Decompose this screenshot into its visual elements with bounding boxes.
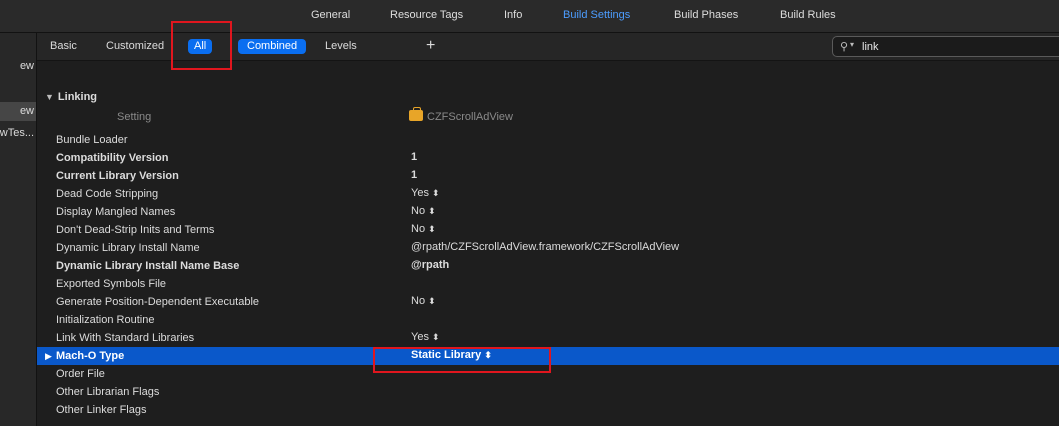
search-icon: ⚲ — [840, 41, 849, 53]
setting-value[interactable]: 1 — [411, 169, 417, 181]
popup-stepper-icon[interactable]: ⬍ — [428, 296, 436, 306]
setting-row[interactable]: Other Linker Flags — [37, 401, 1059, 419]
highlight-box — [171, 21, 232, 70]
setting-name: Order File — [56, 368, 105, 380]
tab-info[interactable]: Info — [504, 9, 522, 21]
setting-value-text: @rpath — [411, 259, 450, 271]
setting-row[interactable]: Display Mangled Names No ⬍ — [37, 203, 1059, 221]
column-header-setting: Setting — [117, 111, 152, 123]
setting-name: Dynamic Library Install Name Base — [56, 260, 240, 272]
setting-row[interactable]: Initialization Routine — [37, 311, 1059, 329]
setting-value[interactable]: 1 — [411, 151, 417, 163]
chevron-down-icon[interactable]: ▾ — [850, 40, 854, 49]
setting-name: Generate Position-Dependent Executable — [56, 296, 260, 308]
tab-build-phases[interactable]: Build Phases — [674, 9, 738, 21]
popup-stepper-icon[interactable]: ⬍ — [432, 188, 440, 198]
view-levels-button[interactable]: Levels — [319, 39, 363, 54]
setting-value-text: No — [411, 223, 426, 235]
setting-row[interactable]: Dead Code Stripping Yes ⬍ — [37, 185, 1059, 203]
tab-build-rules[interactable]: Build Rules — [780, 9, 836, 21]
setting-name: Don't Dead-Strip Inits and Terms — [56, 224, 215, 236]
setting-name: Other Linker Flags — [56, 404, 147, 416]
setting-value[interactable]: @rpath — [411, 259, 449, 271]
setting-value-text: @rpath/CZFScrollAdView.framework/CZFScro… — [411, 241, 680, 253]
targets-sidebar: ew ew wTes... — [0, 33, 37, 426]
editor-tab-bar: General Resource Tags Info Build Setting… — [0, 0, 1059, 33]
setting-name: Other Librarian Flags — [56, 386, 160, 398]
setting-name: Display Mangled Names — [56, 206, 176, 218]
highlight-box — [373, 347, 551, 373]
setting-name: Dead Code Stripping — [56, 188, 159, 200]
setting-row[interactable]: Other Librarian Flags — [37, 383, 1059, 401]
sidebar-item[interactable]: wTes... — [0, 127, 36, 143]
setting-row[interactable]: Don't Dead-Strip Inits and Terms No ⬍ — [37, 221, 1059, 239]
setting-row[interactable]: Dynamic Library Install Name @rpath/CZFSc… — [37, 239, 1059, 257]
setting-row[interactable]: Compatibility Version 1 — [37, 149, 1059, 167]
setting-name: Bundle Loader — [56, 134, 128, 146]
setting-value-text: 1 — [411, 169, 418, 181]
tab-resource-tags[interactable]: Resource Tags — [390, 9, 463, 21]
setting-value[interactable]: No ⬍ — [411, 205, 436, 217]
add-setting-button[interactable]: + — [426, 37, 435, 55]
setting-value[interactable]: Yes ⬍ — [411, 331, 440, 343]
tab-general[interactable]: General — [311, 9, 350, 21]
filter-basic-button[interactable]: Basic — [44, 39, 83, 54]
setting-value-text: Yes — [411, 187, 429, 199]
popup-stepper-icon[interactable]: ⬍ — [428, 206, 436, 216]
setting-name: Mach-O Type — [56, 350, 125, 362]
column-header-target: CZFScrollAdView — [409, 107, 513, 123]
setting-name: Initialization Routine — [56, 314, 155, 326]
popup-stepper-icon[interactable]: ⬍ — [428, 224, 436, 234]
setting-name: Exported Symbols File — [56, 278, 167, 290]
setting-row[interactable]: Current Library Version 1 — [37, 167, 1059, 185]
section-header-linking[interactable]: ▼ Linking — [45, 91, 97, 103]
setting-value[interactable]: Yes ⬍ — [411, 187, 440, 199]
setting-value-text: No — [411, 295, 426, 307]
search-field[interactable]: ⚲ ▾ — [832, 36, 1059, 57]
setting-row[interactable]: Dynamic Library Install Name Base @rpath — [37, 257, 1059, 275]
view-combined-button[interactable]: Combined — [238, 39, 307, 54]
setting-value-text: No — [411, 205, 426, 217]
setting-row[interactable]: Link With Standard Libraries Yes ⬍ — [37, 329, 1059, 347]
search-input[interactable] — [860, 38, 1059, 55]
setting-row[interactable]: Bundle Loader — [37, 131, 1059, 149]
sidebar-item[interactable]: ew — [0, 60, 36, 76]
setting-row[interactable]: Generate Position-Dependent Executable No… — [37, 293, 1059, 311]
setting-value[interactable]: @rpath/CZFScrollAdView.framework/CZFScro… — [411, 241, 679, 253]
disclosure-triangle-icon[interactable]: ▶ — [45, 351, 52, 362]
disclosure-triangle-icon[interactable]: ▼ — [45, 92, 54, 102]
tab-build-settings[interactable]: Build Settings — [563, 9, 630, 21]
setting-value-text: Yes — [411, 331, 429, 343]
setting-value[interactable]: No ⬍ — [411, 223, 436, 235]
setting-name: Current Library Version — [56, 170, 179, 182]
setting-name: Link With Standard Libraries — [56, 332, 195, 344]
popup-stepper-icon[interactable]: ⬍ — [432, 332, 440, 342]
sidebar-item-selected[interactable]: ew — [0, 102, 36, 121]
setting-name: Dynamic Library Install Name — [56, 242, 200, 254]
setting-row[interactable]: Exported Symbols File — [37, 275, 1059, 293]
filter-customized-button[interactable]: Customized — [100, 39, 170, 54]
setting-name: Compatibility Version — [56, 152, 169, 164]
setting-value-text: 1 — [411, 151, 418, 163]
toolbox-icon — [409, 107, 423, 121]
setting-value[interactable]: No ⬍ — [411, 295, 436, 307]
